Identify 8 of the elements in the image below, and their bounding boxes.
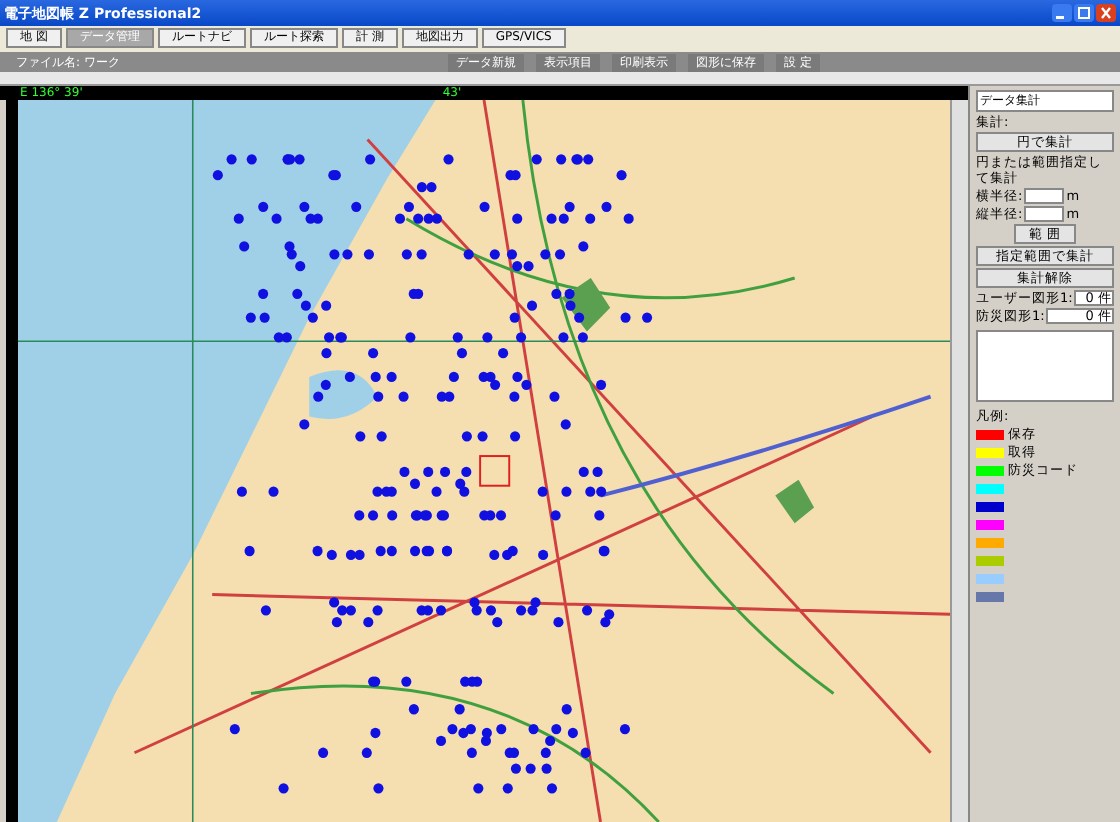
map-drawing[interactable] xyxy=(18,100,950,822)
scrollbar[interactable] xyxy=(950,100,968,822)
input-field[interactable] xyxy=(1024,206,1065,222)
minimize-button[interactable] xyxy=(1052,4,1072,22)
result-list[interactable] xyxy=(976,330,1114,402)
input-field[interactable] xyxy=(1024,188,1065,204)
maximize-button[interactable] xyxy=(1074,4,1094,22)
close-button[interactable] xyxy=(1096,4,1116,22)
